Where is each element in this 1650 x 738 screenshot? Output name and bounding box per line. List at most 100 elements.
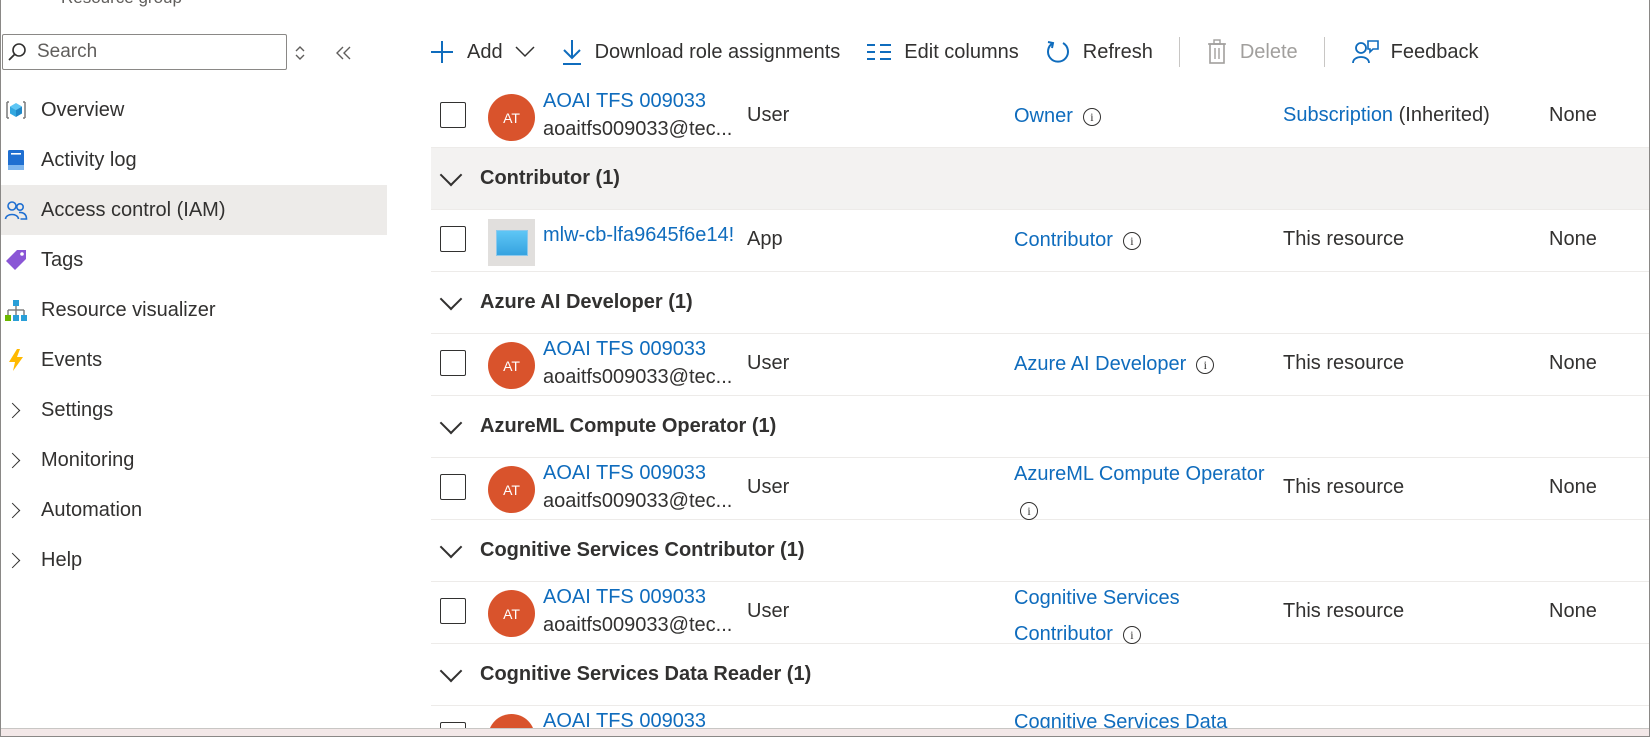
- table-row[interactable]: AT AOAI TFS 009033 aoaitfs009033@tec... …: [431, 582, 1649, 645]
- info-icon[interactable]: i: [1122, 625, 1141, 644]
- row-checkbox[interactable]: [440, 226, 466, 252]
- role-link[interactable]: Contributor: [1014, 229, 1113, 251]
- group-label: AzureML Compute Operator (1): [480, 415, 777, 437]
- table-row[interactable]: AT AOAI TFS 009033 aoaitfs009033@tec... …: [431, 458, 1649, 520]
- group-header-row[interactable]: AzureML Compute Operator (1): [431, 396, 1649, 458]
- sidebar-item-help[interactable]: Help: [1, 535, 387, 585]
- row-checkbox[interactable]: [440, 474, 466, 500]
- chevron-down-icon[interactable]: [439, 411, 463, 435]
- scope-cell: Subscription (Inherited): [1283, 104, 1490, 127]
- delete-button[interactable]: Delete: [1206, 39, 1298, 65]
- principal-email: aoaitfs009033@tec...: [543, 366, 733, 388]
- sidebar-item-activity-log[interactable]: Activity log: [1, 135, 387, 185]
- role-link[interactable]: Azure AI Developer: [1014, 353, 1186, 375]
- sort-icon[interactable]: [287, 40, 313, 66]
- principal-name-link[interactable]: AOAI TFS 009033: [543, 586, 735, 609]
- condition-cell: None: [1549, 476, 1597, 498]
- scope-link[interactable]: Subscription: [1283, 104, 1393, 126]
- sidebar-nav: Overview Activity log Access control (IA…: [1, 85, 387, 585]
- columns-icon: [867, 44, 892, 60]
- refresh-button[interactable]: Refresh: [1045, 39, 1153, 65]
- feedback-label: Feedback: [1390, 40, 1479, 63]
- table-row[interactable]: AT AOAI TFS 009033 aoaitfs009033@tec... …: [431, 86, 1649, 148]
- scope-cell: This resource: [1283, 352, 1405, 374]
- avatar: AT: [488, 94, 535, 141]
- role-link[interactable]: Contributor: [1014, 623, 1113, 645]
- principal-name-link[interactable]: mlw-cb-lfa9645f6e14!: [543, 224, 735, 247]
- row-checkbox[interactable]: [440, 598, 466, 624]
- group-label: Cognitive Services Data Reader (1): [480, 663, 812, 685]
- sidebar-item-label: Tags: [41, 248, 84, 271]
- principal-type: App: [747, 228, 783, 250]
- principal-type: User: [747, 104, 790, 126]
- app-frame: Resource group Overview Activity log Acc…: [0, 0, 1650, 737]
- download-label: Download role assignments: [594, 40, 841, 63]
- group-label: Azure AI Developer (1): [480, 291, 693, 313]
- chevron-down-icon[interactable]: [439, 659, 463, 683]
- sidebar-item-automation[interactable]: Automation: [1, 485, 387, 535]
- avatar: AT: [488, 342, 535, 389]
- chevron-down-icon[interactable]: [439, 163, 463, 187]
- search-input[interactable]: [35, 40, 269, 64]
- command-bar: Add Download role assignments Edit colum…: [429, 32, 1504, 72]
- sidebar-item-events[interactable]: Events: [1, 335, 387, 385]
- role-link[interactable]: Owner: [1014, 105, 1073, 127]
- sidebar-item-label: Monitoring: [41, 448, 135, 471]
- chevron-down-icon[interactable]: [439, 287, 463, 311]
- group-header-row[interactable]: Cognitive Services Contributor (1): [431, 520, 1649, 582]
- principal-name-link[interactable]: AOAI TFS 009033: [543, 90, 735, 113]
- row-checkbox[interactable]: [440, 350, 466, 376]
- sidebar-item-resource-visualizer[interactable]: Resource visualizer: [1, 285, 387, 335]
- condition-cell: None: [1549, 600, 1597, 622]
- role-link[interactable]: AzureML Compute Operator: [1014, 463, 1264, 485]
- info-icon[interactable]: i: [1196, 355, 1215, 374]
- group-header-row[interactable]: Azure AI Developer (1): [431, 272, 1649, 334]
- scope-suffix: (Inherited): [1393, 104, 1490, 126]
- group-header-row[interactable]: Cognitive Services Data Reader (1): [431, 644, 1649, 706]
- search-icon: [8, 43, 26, 61]
- principal-name-link[interactable]: AOAI TFS 009033: [543, 462, 735, 485]
- app-icon: [488, 219, 535, 266]
- edit-columns-label: Edit columns: [904, 40, 1019, 63]
- group-label: Cognitive Services Contributor (1): [480, 539, 805, 561]
- feedback-button[interactable]: Feedback: [1351, 39, 1479, 65]
- table-row[interactable]: AT AOAI TFS 009033 aoaitfs009033@tec... …: [431, 334, 1649, 396]
- group-header-row[interactable]: Contributor (1): [431, 148, 1649, 210]
- chevron-down-icon[interactable]: [439, 535, 463, 559]
- download-role-assignments-button[interactable]: Download role assignments: [561, 38, 841, 66]
- row-checkbox[interactable]: [440, 102, 466, 128]
- role-assignments-grid: AT AOAI TFS 009033 aoaitfs009033@tec... …: [431, 86, 1649, 736]
- delete-label: Delete: [1239, 40, 1298, 63]
- collapse-sidebar-icon[interactable]: [331, 40, 357, 66]
- add-label: Add: [467, 40, 503, 63]
- trash-icon: [1207, 39, 1226, 64]
- activity-log-icon: [3, 147, 29, 173]
- info-icon[interactable]: i: [1082, 107, 1101, 126]
- principal-email: aoaitfs009033@tec...: [543, 614, 733, 636]
- tag-icon: [3, 247, 29, 273]
- principal-type: User: [747, 352, 790, 374]
- role-link[interactable]: Cognitive Services: [1014, 587, 1180, 609]
- role-cell: Cognitive Services Contributor i: [1014, 580, 1279, 652]
- sidebar-item-overview[interactable]: Overview: [1, 85, 387, 135]
- info-icon[interactable]: i: [1020, 501, 1038, 520]
- download-icon: [562, 40, 581, 65]
- table-row[interactable]: mlw-cb-lfa9645f6e14! App Contributor i Th…: [431, 210, 1649, 272]
- plus-icon: [431, 41, 453, 63]
- refresh-label: Refresh: [1082, 40, 1153, 63]
- avatar: AT: [488, 466, 535, 513]
- lightning-icon: [3, 347, 29, 373]
- edit-columns-button[interactable]: Edit columns: [866, 41, 1019, 64]
- chevron-right-icon: [4, 502, 21, 518]
- avatar: AT: [488, 590, 535, 637]
- toolbar-divider: [1323, 37, 1325, 67]
- sidebar-item-settings[interactable]: Settings: [1, 385, 387, 435]
- principal-name-link[interactable]: AOAI TFS 009033: [543, 338, 735, 361]
- info-icon[interactable]: i: [1122, 231, 1141, 250]
- sidebar-search-box[interactable]: [2, 34, 287, 70]
- principal-type: User: [747, 600, 790, 622]
- sidebar-item-access-control[interactable]: Access control (IAM): [1, 185, 387, 235]
- sidebar-item-monitoring[interactable]: Monitoring: [1, 435, 387, 485]
- sidebar-item-tags[interactable]: Tags: [1, 235, 387, 285]
- add-button[interactable]: Add: [429, 39, 535, 65]
